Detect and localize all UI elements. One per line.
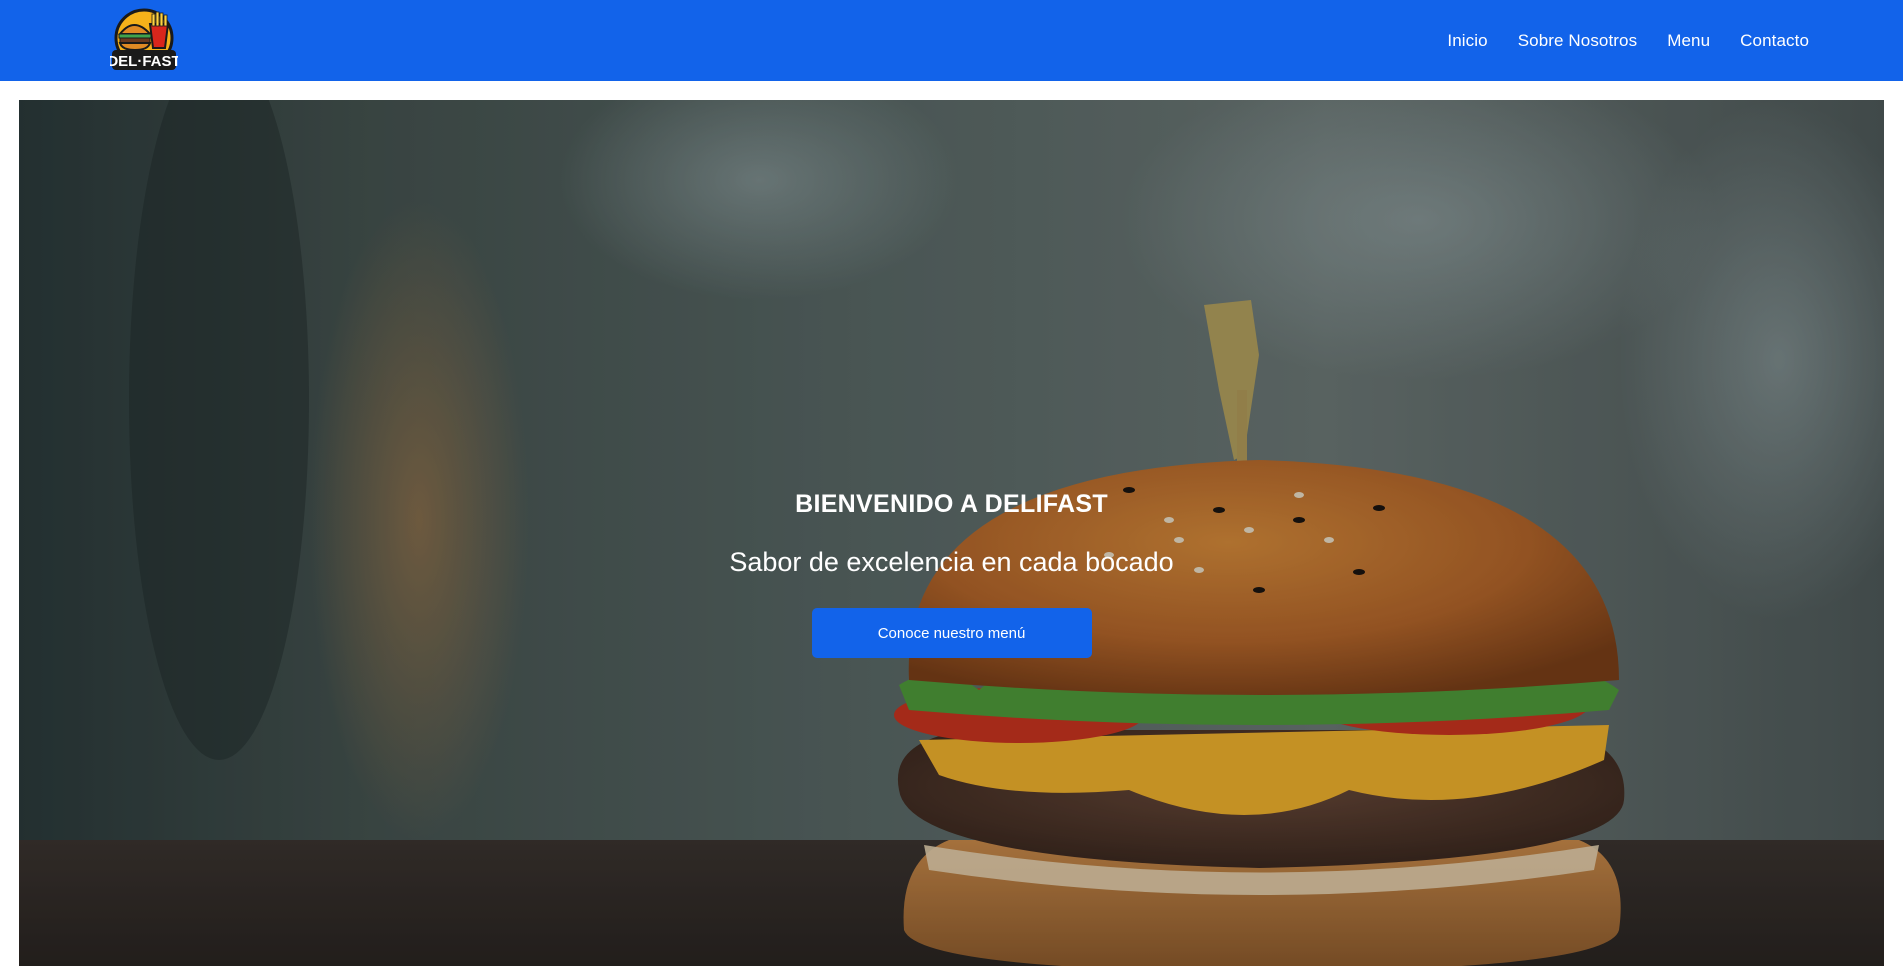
main-nav: Inicio Sobre Nosotros Menu Contacto [1447,0,1809,81]
menu-cta-button[interactable]: Conoce nuestro menú [811,608,1092,658]
delifast-logo[interactable]: DEL·FAST [107,8,181,72]
nav-link-menu[interactable]: Menu [1667,31,1710,51]
hero-title: BIENVENIDO A DELIFAST [795,490,1108,518]
logo-text: DEL·FAST [110,53,178,70]
hero-subtitle: Sabor de excelencia en cada bocado [729,547,1174,577]
top-navbar: DEL·FAST Inicio Sobre Nosotros Menu Cont… [0,0,1903,81]
nav-link-contacto[interactable]: Contacto [1740,31,1809,51]
hero-content: BIENVENIDO A DELIFAST Sabor de excelenci… [19,490,1884,658]
burger-fries-logo-icon: DEL·FAST [107,8,181,70]
hero-section: BIENVENIDO A DELIFAST Sabor de excelenci… [19,100,1884,966]
nav-link-inicio[interactable]: Inicio [1447,31,1487,51]
nav-link-sobre-nosotros[interactable]: Sobre Nosotros [1518,31,1638,51]
